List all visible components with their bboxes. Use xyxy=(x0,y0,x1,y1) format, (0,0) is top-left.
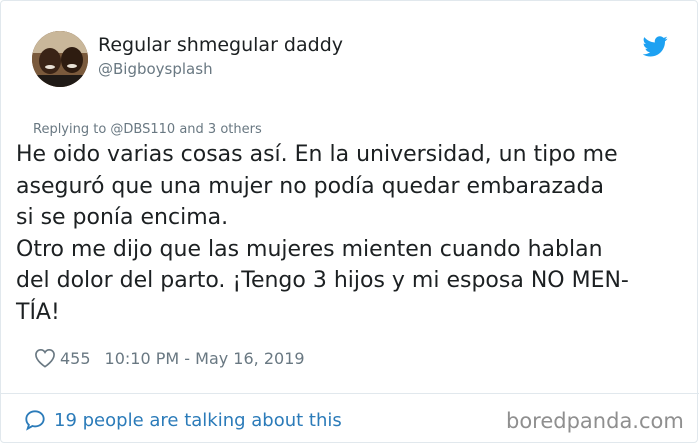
tweet-text: He oido varias cosas así. En la universi… xyxy=(16,139,691,328)
avatar[interactable] xyxy=(32,31,88,87)
avatar-image xyxy=(32,31,88,87)
tweet-card: Regular shmegular daddy @Bigboysplash Re… xyxy=(0,0,699,443)
replying-to[interactable]: Replying to @DBS110 and 3 others xyxy=(33,122,262,137)
watermark: boredpanda.com xyxy=(506,409,684,433)
tweet-line: He oido varias cosas así. En la universi… xyxy=(16,142,618,167)
tweet-meta: 455 10:10 PM - May 16, 2019 xyxy=(34,346,305,370)
tweet-line: Otro me dijo que las mujeres mienten cua… xyxy=(16,236,603,262)
user-handle[interactable]: @Bigboysplash xyxy=(98,60,213,78)
tweet-line: del dolor del parto. ¡Tengo 3 hijos y mi… xyxy=(16,268,629,293)
conversation-link[interactable]: 19 people are talking about this xyxy=(24,409,342,431)
divider xyxy=(1,393,699,394)
tweet-line: aseguró que una mujer no podía quedar em… xyxy=(16,173,604,199)
twitter-bird-icon[interactable] xyxy=(643,36,668,57)
heart-icon[interactable] xyxy=(34,348,56,368)
conversation-label[interactable]: 19 people are talking about this xyxy=(54,410,342,431)
speech-bubble-icon xyxy=(25,410,45,431)
timestamp[interactable]: 10:10 PM - May 16, 2019 xyxy=(105,349,305,368)
replying-to-label[interactable]: Replying to @DBS110 and 3 others xyxy=(33,122,262,137)
tweet-line: si se ponía encima. xyxy=(16,205,229,230)
display-name[interactable]: Regular shmegular daddy xyxy=(98,34,343,56)
tweet-line: TÍA! xyxy=(16,299,60,325)
like-count[interactable]: 455 xyxy=(60,349,91,368)
